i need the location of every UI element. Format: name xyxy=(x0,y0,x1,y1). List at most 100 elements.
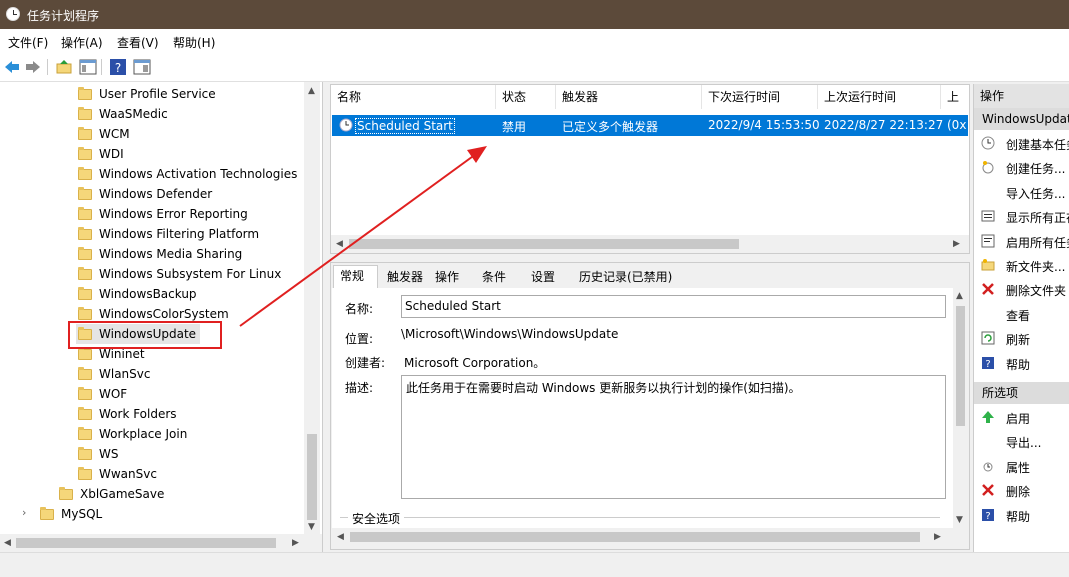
expand-chevron-icon[interactable]: › xyxy=(22,506,26,519)
toolbar-separator xyxy=(47,59,48,75)
action-item[interactable]: 属性 xyxy=(974,454,1069,478)
task-trigger-cell: 已定义多个触发器 xyxy=(562,120,659,134)
menu-view[interactable]: 查看(V) xyxy=(117,34,159,51)
svg-text:?: ? xyxy=(985,511,990,522)
tree-item[interactable]: User Profile Service xyxy=(0,84,302,104)
tree-item[interactable]: › MySQL xyxy=(0,504,302,524)
column-header-last-result[interactable]: 上 xyxy=(941,85,969,109)
task-next-run-cell: 2022/9/4 15:53:50 xyxy=(708,118,820,132)
selected-item-section-header[interactable]: 所选项 xyxy=(974,382,1069,404)
tree-item[interactable]: Windows Error Reporting xyxy=(0,204,302,224)
action-item[interactable]: 启用 xyxy=(974,405,1069,429)
action-item[interactable]: 刷新 xyxy=(974,326,1069,350)
column-header-next-run[interactable]: 下次运行时间 xyxy=(702,85,818,109)
tree-item[interactable]: Windows Media Sharing xyxy=(0,244,302,264)
security-group-border xyxy=(340,517,940,518)
tree-item[interactable]: WCM xyxy=(0,124,302,144)
scroll-thumb[interactable] xyxy=(350,532,920,542)
action-item[interactable]: ? 帮助 xyxy=(974,351,1069,375)
folder-icon xyxy=(78,167,92,180)
action-item[interactable]: 启用所有任务历史记录 xyxy=(974,229,1069,253)
action-item[interactable]: 导入任务... xyxy=(974,180,1069,204)
tree-horizontal-scrollbar[interactable]: ◀ ▶ xyxy=(0,534,322,552)
menu-file[interactable]: 文件(F) xyxy=(8,34,48,51)
tree-item-label: XblGameSave xyxy=(80,487,165,501)
column-header-trigger[interactable]: 触发器 xyxy=(556,85,702,109)
tree-item[interactable]: XblGameSave xyxy=(0,484,302,504)
scroll-right-icon[interactable]: ▶ xyxy=(292,538,299,548)
scroll-right-icon[interactable]: ▶ xyxy=(934,532,941,542)
tasklist-horizontal-scrollbar[interactable]: ◀ ▶ xyxy=(331,235,969,253)
scroll-thumb[interactable] xyxy=(956,306,965,426)
action-item[interactable]: 导出... xyxy=(974,429,1069,453)
scroll-thumb[interactable] xyxy=(307,434,317,520)
description-field[interactable]: 此任务用于在需要时启动 Windows 更新服务以执行计划的操作(如扫描)。 xyxy=(401,375,946,499)
scroll-down-icon[interactable]: ▼ xyxy=(308,522,315,532)
tree-item[interactable]: WS xyxy=(0,444,302,464)
scroll-thumb[interactable] xyxy=(16,538,276,548)
action-item[interactable]: 删除文件夹 xyxy=(974,277,1069,301)
tree-item[interactable]: Windows Defender xyxy=(0,184,302,204)
author-label: 创建者: xyxy=(345,356,386,370)
show-hide-tree-icon[interactable] xyxy=(79,58,97,76)
menu-action[interactable]: 操作(A) xyxy=(61,34,103,51)
scroll-up-icon[interactable]: ▲ xyxy=(308,86,315,96)
scroll-down-icon[interactable]: ▼ xyxy=(956,515,963,525)
show-hide-action-pane-icon[interactable] xyxy=(133,58,151,76)
tree-item-label: WindowsColorSystem xyxy=(99,307,229,321)
tree-item[interactable]: WwanSvc xyxy=(0,464,302,484)
name-field[interactable]: Scheduled Start xyxy=(401,295,946,318)
name-label: 名称: xyxy=(345,302,374,316)
folder-icon xyxy=(78,227,92,240)
tree-item[interactable]: WDI xyxy=(0,144,302,164)
tree-item[interactable]: WindowsBackup xyxy=(0,284,302,304)
tree-item[interactable]: Workplace Join xyxy=(0,424,302,444)
action-label: 创建任务... xyxy=(1006,162,1066,177)
column-header-name[interactable]: 名称 xyxy=(331,85,496,109)
scroll-thumb[interactable] xyxy=(349,239,739,249)
tree-item-label: Windows Subsystem For Linux xyxy=(99,267,282,281)
general-tab-panel: 名称: Scheduled Start 位置: \Microsoft\Windo… xyxy=(332,288,968,528)
forward-arrow-icon[interactable] xyxy=(24,58,42,76)
scroll-left-icon[interactable]: ◀ xyxy=(336,239,343,249)
task-last-result-cell: (0x xyxy=(947,118,967,132)
action-item[interactable]: ? 帮助 xyxy=(974,503,1069,527)
action-item[interactable]: 新文件夹... xyxy=(974,253,1069,277)
tab-actions[interactable]: 操作 xyxy=(429,267,465,287)
action-item[interactable]: 创建基本任务... xyxy=(974,131,1069,155)
scroll-up-icon[interactable]: ▲ xyxy=(956,291,963,301)
action-label: 帮助 xyxy=(1006,509,1031,524)
action-item[interactable]: 显示所有正在运行的任务 xyxy=(974,204,1069,228)
scroll-left-icon[interactable]: ◀ xyxy=(337,532,344,542)
tree-item[interactable]: Windows Filtering Platform xyxy=(0,224,302,244)
tree-vertical-scrollbar[interactable]: ▲ ▼ xyxy=(304,82,320,534)
scroll-right-icon[interactable]: ▶ xyxy=(953,239,960,249)
scroll-left-icon[interactable]: ◀ xyxy=(4,538,11,548)
action-item[interactable]: 查看 xyxy=(974,302,1069,326)
folder-section-header[interactable]: WindowsUpdate xyxy=(974,108,1069,130)
tab-settings[interactable]: 设置 xyxy=(525,267,561,287)
tab-triggers[interactable]: 触发器 xyxy=(381,267,429,287)
up-folder-icon[interactable] xyxy=(55,58,73,76)
tab-conditions[interactable]: 条件 xyxy=(476,267,512,287)
column-header-last-run[interactable]: 上次运行时间 xyxy=(818,85,941,109)
detail-horizontal-scrollbar[interactable]: ◀ ▶ xyxy=(332,528,952,546)
column-header-status[interactable]: 状态 xyxy=(496,85,556,109)
folder-tree: User Profile Service WaaSMedic WCM WDI Windo… xyxy=(0,82,323,552)
tree-item[interactable]: Windows Subsystem For Linux xyxy=(0,264,302,284)
menu-help[interactable]: 帮助(H) xyxy=(173,34,215,51)
tab-history[interactable]: 历史记录(已禁用) xyxy=(573,267,678,287)
detail-vertical-scrollbar[interactable]: ▲ ▼ xyxy=(953,288,968,528)
tree-item[interactable]: Windows Activation Technologies xyxy=(0,164,302,184)
tab-general[interactable]: 常规 xyxy=(333,265,378,289)
tree-item[interactable]: WaaSMedic xyxy=(0,104,302,124)
tree-item[interactable]: WOF xyxy=(0,384,302,404)
tree-item[interactable]: Work Folders xyxy=(0,404,302,424)
table-row[interactable]: Scheduled Start 禁用 已定义多个触发器 2022/9/4 15:… xyxy=(332,115,968,136)
help-icon[interactable]: ? xyxy=(109,58,127,76)
tree-item[interactable]: WlanSvc xyxy=(0,364,302,384)
back-arrow-icon[interactable] xyxy=(3,58,21,76)
action-label: 删除 xyxy=(1006,485,1031,500)
action-item[interactable]: 删除 xyxy=(974,478,1069,502)
action-item[interactable]: 创建任务... xyxy=(974,155,1069,179)
